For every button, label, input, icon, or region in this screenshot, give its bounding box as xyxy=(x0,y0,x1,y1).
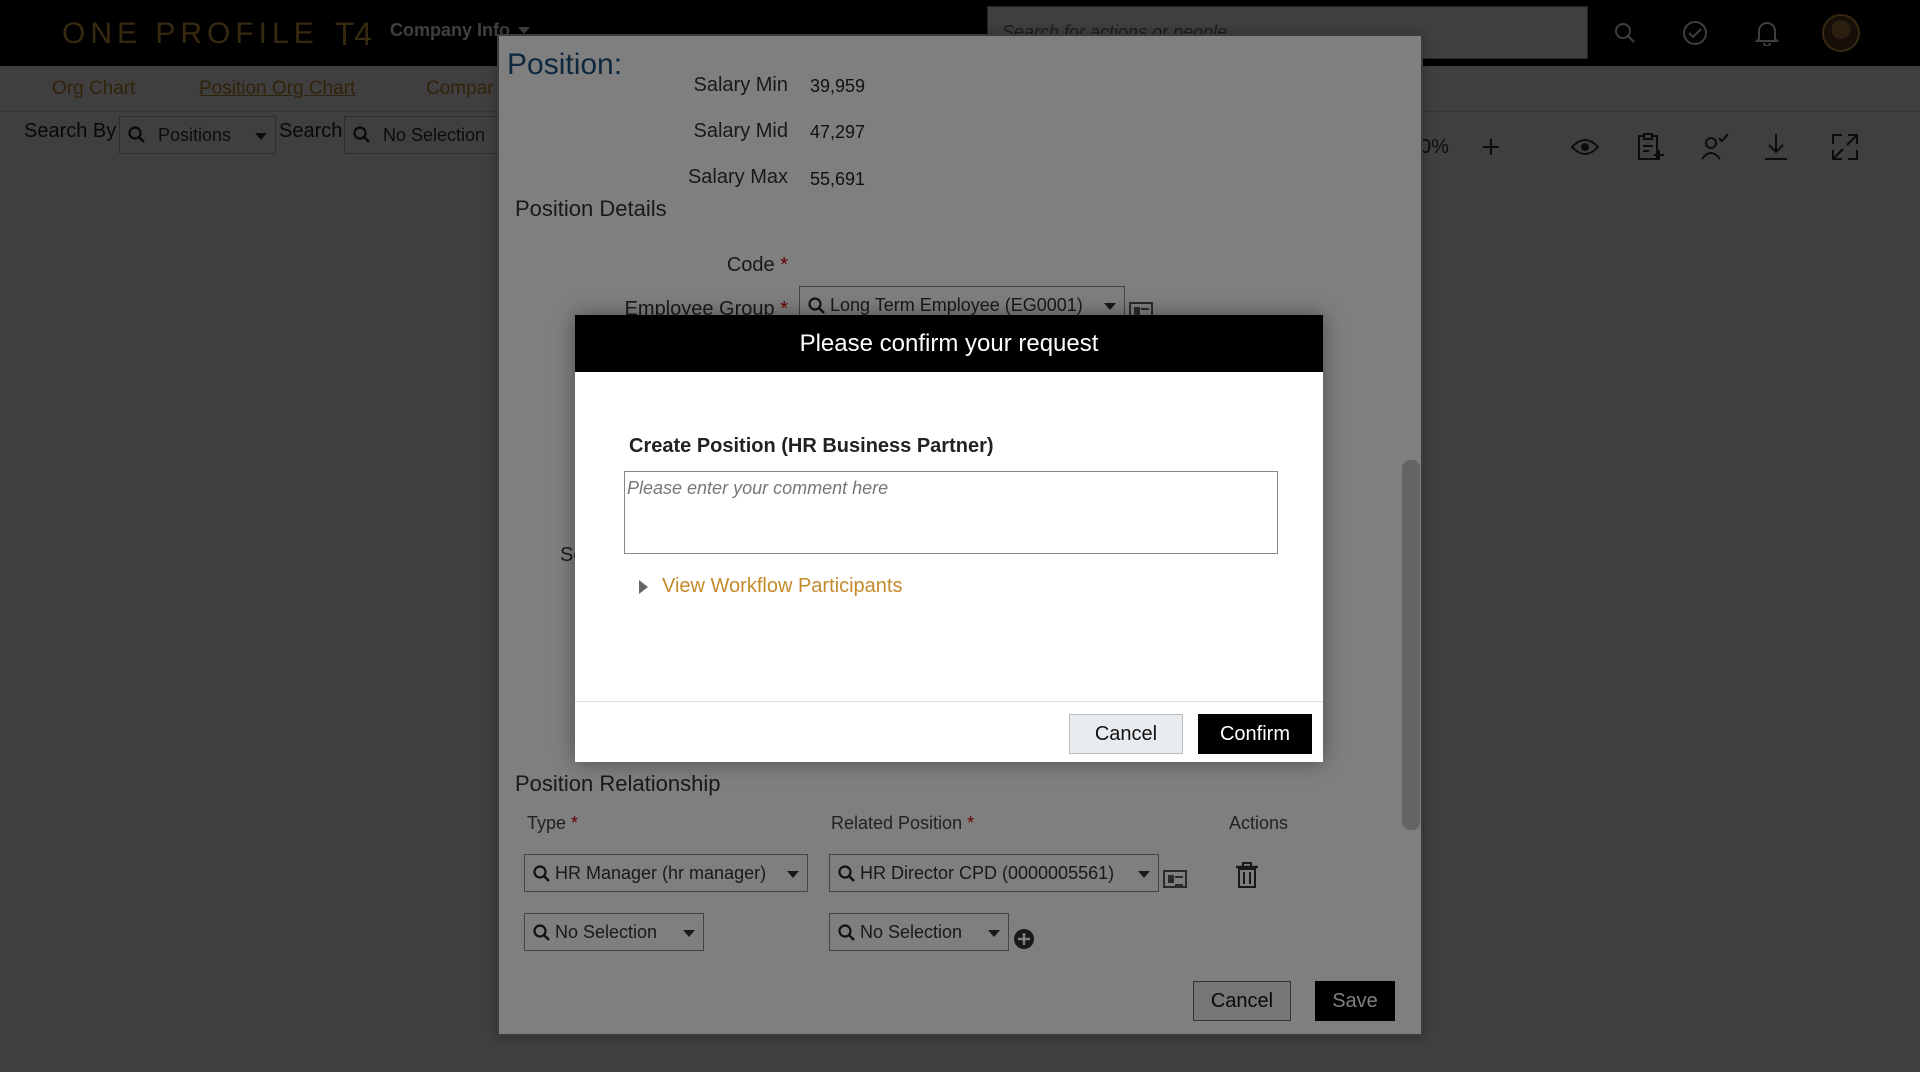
confirm-dialog-header: Please confirm your request xyxy=(575,315,1323,372)
confirm-dialog-subtitle: Create Position (HR Business Partner) xyxy=(629,435,994,457)
confirm-dialog: Please confirm your request Create Posit… xyxy=(575,315,1323,762)
confirm-button[interactable]: Confirm xyxy=(1198,714,1312,754)
workflow-link-label: View Workflow Participants xyxy=(662,575,903,597)
confirm-dialog-title: Please confirm your request xyxy=(799,329,1099,357)
confirm-footer-divider xyxy=(575,701,1323,702)
comment-textarea[interactable] xyxy=(624,471,1278,554)
view-workflow-participants-link[interactable]: View Workflow Participants xyxy=(639,575,902,598)
confirm-cancel-button[interactable]: Cancel xyxy=(1069,714,1183,754)
caret-right-icon xyxy=(639,579,648,594)
